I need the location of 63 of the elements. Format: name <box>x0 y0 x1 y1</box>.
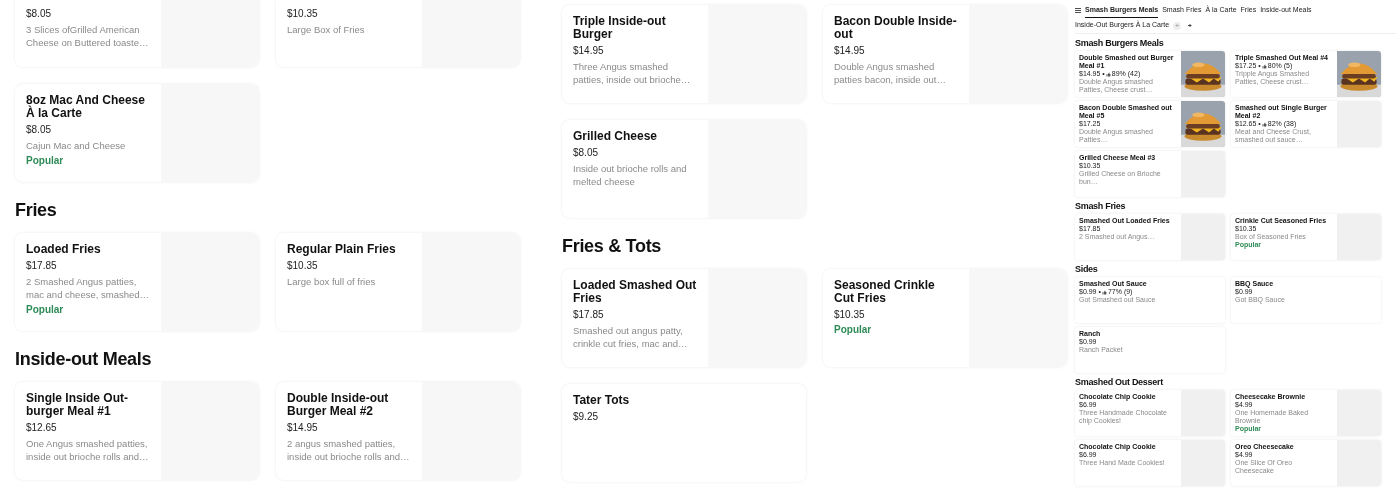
item-description: Large Box of Fries <box>287 23 366 36</box>
menu-item-card[interactable]: Double Inside-out Burger Meal #2 $14.95 2 angus smashed patties, inside out brioche rolls and… <box>276 382 520 480</box>
item-description: Cajun Mac and Cheese <box>26 139 127 152</box>
item-name: Tater Tots <box>573 394 631 407</box>
section-heading: Fries <box>15 200 58 221</box>
item-description: Inside out brioche rolls and melted cheese <box>573 162 688 188</box>
popular-label: Popular <box>26 304 65 315</box>
item-price: $8.05 <box>573 146 599 159</box>
section-heading: Smash Fries <box>1075 201 1127 211</box>
menu-item-card[interactable]: Grilled Cheese $8.05 Inside out brioche rolls and melted cheese <box>562 120 806 218</box>
item-description: Double Angus smashed patties bacon, inside out… <box>834 60 947 86</box>
item-price: $10.35 <box>287 259 318 272</box>
section-heading: Smash Burgers Meals <box>1075 38 1165 48</box>
menu-item-card[interactable]: Tater Tots $9.25 <box>562 384 806 482</box>
section-heading: Smashed Out Dessert <box>1075 377 1164 387</box>
thumbs-up-icon <box>1261 121 1267 127</box>
section-heading: Sides <box>1075 264 1099 274</box>
item-description: Three Angus smashed patties, inside out brioche… <box>573 60 692 86</box>
item-name: 8oz Mac And Cheese À la Carte <box>26 94 146 120</box>
item-name: Double Inside-out Burger Meal #2 <box>287 392 390 418</box>
item-name: Single Inside Out-burger Meal #1 <box>26 392 129 418</box>
item-description: 3 Slices ofGrilled American Cheese on Buttered toaste… <box>26 23 150 49</box>
item-price: $14.95 <box>834 44 865 57</box>
item-name: Regular Plain Fries <box>287 243 397 256</box>
menu-item-card[interactable]: Loaded Smashed Out Fries $17.85 Smashed out angus patty, crinkle cut fries, mac and… <box>562 269 806 367</box>
item-name: Loaded Fries <box>26 243 102 256</box>
item-price: $8.05 <box>26 123 52 136</box>
item-price: $10.35 <box>834 308 865 321</box>
item-price: $17.85 <box>26 259 57 272</box>
item-price: $14.95 <box>573 44 604 57</box>
menu-icon[interactable] <box>1075 8 1081 13</box>
menu-item-card[interactable]: Triple Inside-out Burger $14.95 Three Angus smashed patties, inside out brioche… <box>562 5 806 103</box>
menu-item-card[interactable]: Bacon Double Inside-out $14.95 Double Angus smashed patties bacon, inside out… <box>823 5 1067 103</box>
menu-item-card[interactable]: Regular Plain Fries $10.35 Large box full of fries <box>276 233 520 331</box>
item-name: Seasoned Crinkle Cut Fries <box>834 279 936 305</box>
item-description: Smashed out angus patty, crinkle cut fries, mac and… <box>573 324 689 350</box>
menu-item-card[interactable]: $10.35 Large Box of Fries <box>276 0 520 67</box>
thumbs-up-icon <box>1261 63 1267 69</box>
thumbs-up-icon <box>1101 289 1107 295</box>
item-name: Bacon Double Inside-out <box>834 15 958 41</box>
menu-item-card[interactable]: Single Inside Out-burger Meal #1 $12.65 One Angus smashed patties, inside out brioche rolls and… <box>15 382 259 480</box>
thumbs-up-icon <box>1105 71 1111 77</box>
item-price: $8.05 <box>26 7 52 20</box>
menu-item-card[interactable]: $8.05 3 Slices ofGrilled American Cheese on Buttered toaste… <box>15 0 259 67</box>
item-description: Large box full of fries <box>287 275 377 288</box>
item-price: $10.35 <box>287 7 318 20</box>
item-name: Loaded Smashed Out Fries <box>573 279 697 305</box>
section-heading: Inside-out Meals <box>15 349 153 370</box>
menu-item-card[interactable]: Loaded Fries $17.85 2 Smashed Angus patties, mac and cheese, smashed… Popular <box>15 233 259 331</box>
item-price: $9.25 <box>573 410 599 423</box>
item-name: Grilled Cheese <box>573 130 659 143</box>
popular-label: Popular <box>26 155 65 166</box>
popular-label: Popular <box>834 324 873 335</box>
item-description: 2 angus smashed patties, inside out brioche rolls and… <box>287 437 411 463</box>
item-price: $12.65 <box>26 421 57 434</box>
item-price: $17.85 <box>573 308 604 321</box>
section-heading: Fries & Tots <box>562 236 663 257</box>
item-description: One Angus smashed patties, inside out brioche rolls and… <box>26 437 150 463</box>
menu-item-card[interactable]: 8oz Mac And Cheese À la Carte $8.05 Cajun Mac and Cheese Popular <box>15 84 259 182</box>
item-price: $14.95 <box>287 421 318 434</box>
item-name: Triple Inside-out Burger <box>573 15 667 41</box>
item-description: 2 Smashed Angus patties, mac and cheese, smashed… <box>26 275 150 301</box>
menu-item-card[interactable]: Seasoned Crinkle Cut Fries $10.35 Popular <box>823 269 1067 367</box>
